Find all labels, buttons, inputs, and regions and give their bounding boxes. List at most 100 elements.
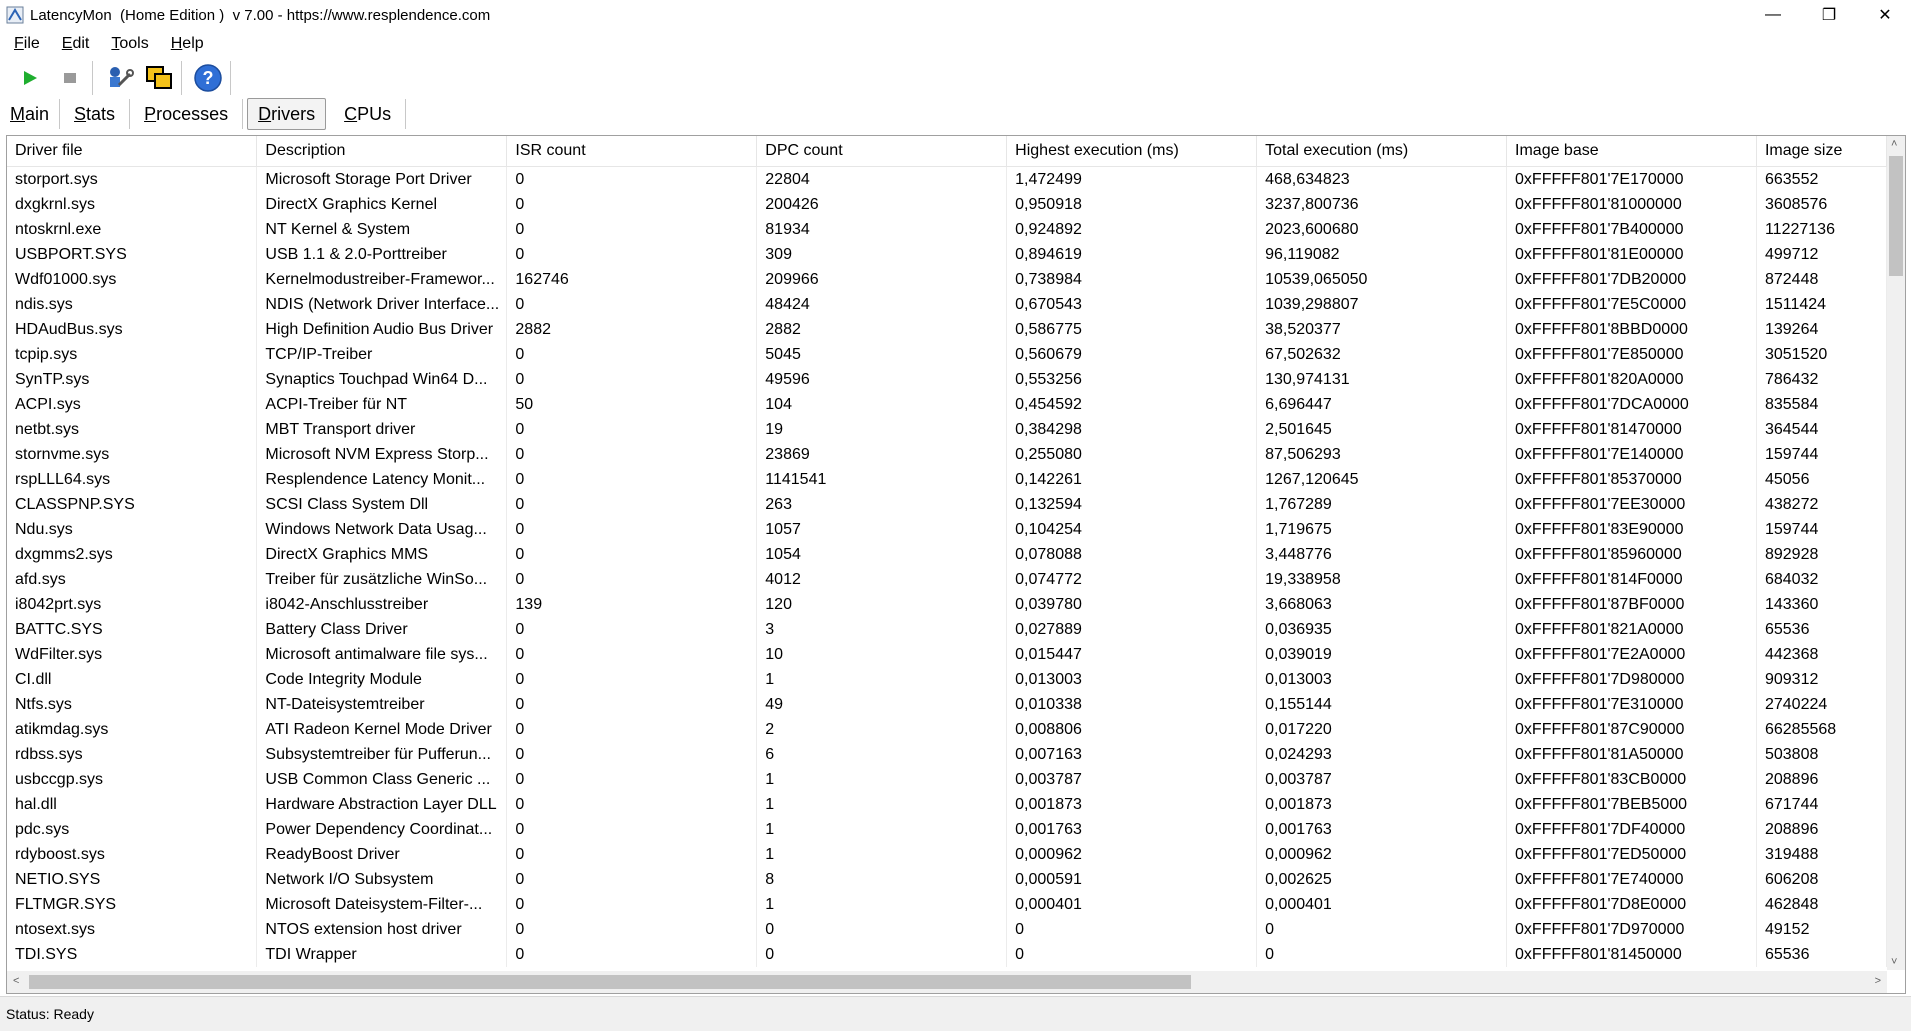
menu-help[interactable]: Help [163,35,212,53]
table-cell: 0,002625 [1256,867,1508,892]
vertical-scrollbar[interactable]: ˄ ˅ [1887,136,1905,970]
table-cell: FLTMGR.SYS [7,892,258,917]
table-cell: 0xFFFFF801'820A0000 [1506,367,1757,392]
vertical-scroll-thumb[interactable] [1889,156,1903,276]
menu-file[interactable]: File [8,35,48,53]
table-cell: dxgmms2.sys [7,542,258,567]
help-button[interactable]: ? [190,60,226,96]
horizontal-scroll-thumb[interactable] [29,975,1191,989]
table-cell: 0,255080 [1006,442,1258,467]
table-row[interactable]: TDI.SYS TDI Wrapper 0 0 0 0 0xFFFFF801'8145000… [7,942,1887,967]
table-row[interactable]: stornvme.sys Microsoft NVM Express Storp.… [7,442,1887,467]
table-cell: 104 [756,392,1008,417]
scroll-right-icon[interactable]: > [1875,975,1881,987]
wrench-user-icon [110,67,134,87]
table-cell: 0 [506,492,758,517]
column-header[interactable]: Image size [1756,136,1887,167]
table-cell: 6,696447 [1256,392,1508,417]
minimize-button[interactable]: — [1750,0,1796,30]
table-row[interactable]: Ndu.sys Windows Network Data Usag... 0 1057… [7,517,1887,542]
table-row[interactable]: hal.dll Hardware Abstraction Layer DLL 0 1 0… [7,792,1887,817]
table-cell: usbccgp.sys [7,767,258,792]
table-cell: Synaptics Touchpad Win64 D... [256,367,508,392]
table-row[interactable]: ntosext.sys NTOS extension host driver 0 0 0… [7,917,1887,942]
table-row[interactable]: Wdf01000.sys Kernelmodustreiber-Framewor.… [7,267,1887,292]
table-row[interactable]: Ntfs.sys NT-Dateisystemtreiber 0 49 0,010338… [7,692,1887,717]
table-row[interactable]: i8042prt.sys i8042-Anschlusstreiber 139 120… [7,592,1887,617]
table-cell: 0xFFFFF801'7B400000 [1506,217,1757,242]
menu-edit[interactable]: Edit [54,35,98,53]
table-cell: 0 [506,467,758,492]
status-text: Status: Ready [6,1006,94,1022]
table-row[interactable]: SynTP.sys Synaptics Touchpad Win64 D... 0 4… [7,367,1887,392]
table-cell: MBT Transport driver [256,417,508,442]
column-header[interactable]: Image base [1506,136,1757,167]
table-row[interactable]: rdbss.sys Subsystemtreiber für Pufferun..… [7,742,1887,767]
tab-drivers[interactable]: Drivers [247,98,327,130]
tool-button-1[interactable] [101,60,137,96]
table-cell: netbt.sys [7,417,258,442]
table-cell: 0xFFFFF801'7D970000 [1506,917,1757,942]
table-row[interactable]: WdFilter.sys Microsoft antimalware file s… [7,642,1887,667]
table-row[interactable]: atikmdag.sys ATI Radeon Kernel Mode Drive… [7,717,1887,742]
table-cell: SynTP.sys [7,367,258,392]
tab-cpus[interactable]: CPUs [330,99,407,129]
table-cell: 0 [506,417,758,442]
table-row[interactable]: ACPI.sys ACPI-Treiber für NT 50 104 0,454592… [7,392,1887,417]
scroll-down-icon[interactable]: ˅ [1891,956,1897,968]
column-header[interactable]: DPC count [756,136,1008,167]
column-header[interactable]: ISR count [506,136,758,167]
start-button[interactable] [12,60,48,96]
table-row[interactable]: storport.sys Microsoft Storage Port Drive… [7,166,1887,192]
table-cell: NT-Dateisystemtreiber [256,692,508,717]
table-row[interactable]: ntoskrnl.exe NT Kernel & System 0 81934 0,92… [7,217,1887,242]
table-row[interactable]: BATTC.SYS Battery Class Driver 0 3 0,027889 0… [7,617,1887,642]
column-header[interactable]: Highest execution (ms) [1006,136,1258,167]
column-header[interactable]: Total execution (ms) [1256,136,1508,167]
table-row[interactable]: CI.dll Code Integrity Module 0 1 0,013003 0,0… [7,667,1887,692]
column-header[interactable]: Description [256,136,508,167]
table-row[interactable]: NETIO.SYS Network I/O Subsystem 0 8 0,000591… [7,867,1887,892]
close-button[interactable]: ✕ [1862,0,1908,30]
menu-tools[interactable]: Tools [103,35,156,53]
scroll-left-icon[interactable]: < [13,975,19,987]
table-cell: 0,017220 [1256,717,1508,742]
table-row[interactable]: rdyboost.sys ReadyBoost Driver 0 1 0,000962 0… [7,842,1887,867]
stop-button[interactable] [52,60,88,96]
table-row[interactable]: pdc.sys Power Dependency Coordinat... 0 1 0,… [7,817,1887,842]
table-cell: 0,454592 [1006,392,1258,417]
table-cell: 22804 [756,166,1008,192]
title-bar: LatencyMon (Home Edition ) v 7.00 - http… [0,0,1911,30]
table-row[interactable]: rspLLL64.sys Resplendence Latency Monit..… [7,467,1887,492]
table-row[interactable]: HDAudBus.sys High Definition Audio Bus Dr… [7,317,1887,342]
tab-stats[interactable]: Stats [60,99,131,129]
scroll-up-icon[interactable]: ˄ [1891,138,1897,150]
table-cell: 462848 [1756,892,1887,917]
table-row[interactable]: USBPORT.SYS USB 1.1 & 2.0-Porttreiber 0 309… [7,242,1887,267]
table-cell: 0xFFFFF801'81000000 [1506,192,1757,217]
table-row[interactable]: usbccgp.sys USB Common Class Generic ... 0… [7,767,1887,792]
column-header[interactable]: Driver file [7,136,258,167]
horizontal-scrollbar[interactable]: < > [7,971,1887,993]
table-row[interactable]: FLTMGR.SYS Microsoft Dateisystem-Filter-.… [7,892,1887,917]
table-cell: rspLLL64.sys [7,467,258,492]
table-row[interactable]: CLASSPNP.SYS SCSI Class System Dll 0 263 0,1… [7,492,1887,517]
table-cell: 5045 [756,342,1008,367]
table-cell: 0,078088 [1006,542,1258,567]
tab-processes[interactable]: Processes [130,99,244,129]
table-row[interactable]: tcpip.sys TCP/IP-Treiber 0 5045 0,560679 67,5… [7,342,1887,367]
table-cell: 0,001763 [1006,817,1258,842]
tab-main[interactable]: Main [0,99,61,129]
table-row[interactable]: afd.sys Treiber für zusätzliche WinSo... 0… [7,567,1887,592]
table-row[interactable]: ndis.sys NDIS (Network Driver Interface..… [7,292,1887,317]
table-cell: ACPI.sys [7,392,258,417]
table-row[interactable]: dxgmms2.sys DirectX Graphics MMS 0 1054 0,07… [7,542,1887,567]
tool-button-2[interactable] [141,60,177,96]
table-cell: 3237,800736 [1256,192,1508,217]
table-cell: Subsystemtreiber für Pufferun... [256,742,508,767]
table-row[interactable]: netbt.sys MBT Transport driver 0 19 0,384298… [7,417,1887,442]
table-row[interactable]: dxgkrnl.sys DirectX Graphics Kernel 0 20042… [7,192,1887,217]
table-cell: 606208 [1756,867,1887,892]
table-cell: 0,924892 [1006,217,1258,242]
maximize-button[interactable]: ❐ [1806,0,1852,30]
